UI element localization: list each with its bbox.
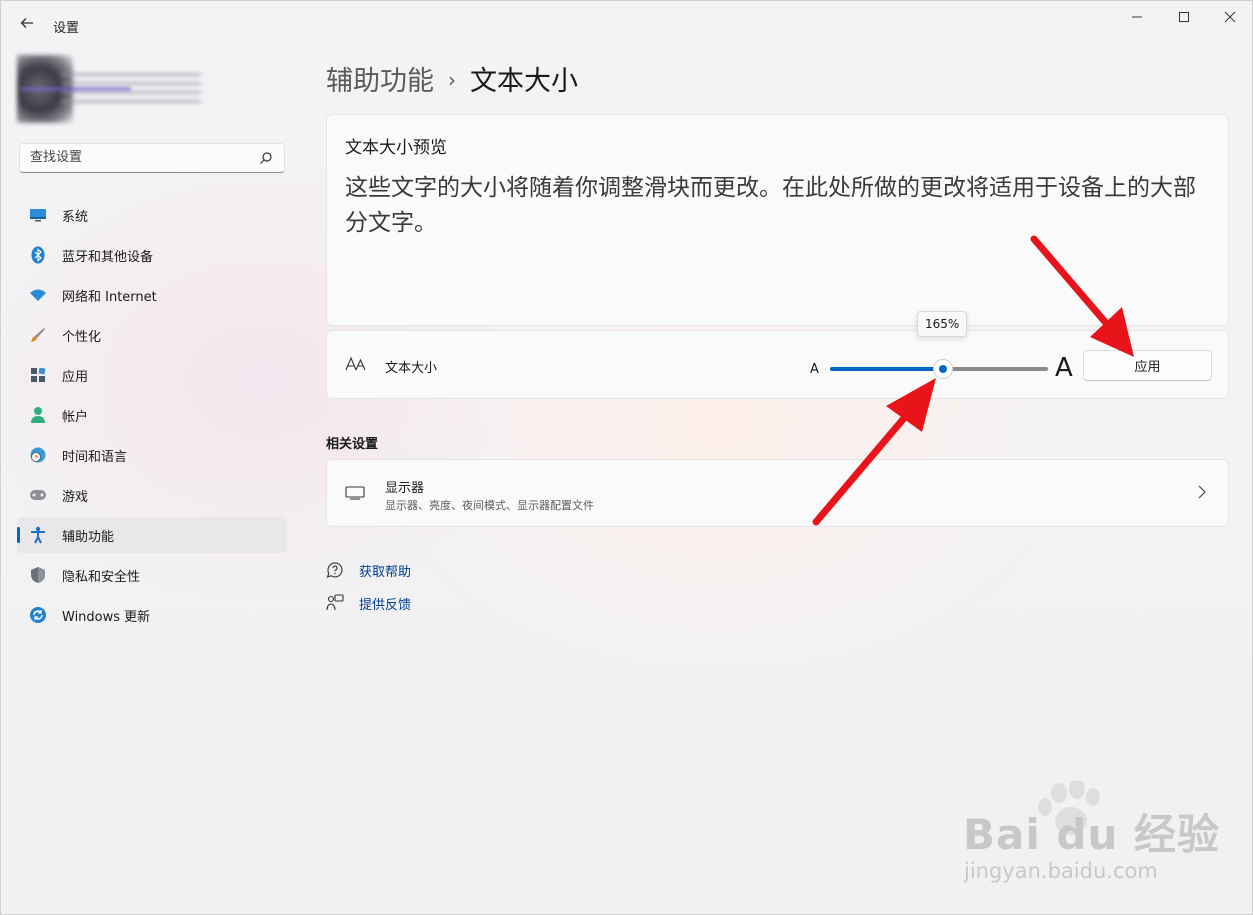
sidebar-item-label: 系统: [62, 209, 89, 225]
breadcrumb: 辅助功能 › 文本大小: [326, 59, 578, 98]
maximize-icon: [1179, 12, 1189, 22]
brush-icon: [29, 326, 47, 344]
sidebar-item-label: 帐户: [62, 409, 89, 425]
sidebar-item-label: Windows 更新: [62, 609, 151, 625]
display-settings-link[interactable]: 显示器 显示器、亮度、夜间模式、显示器配置文件: [326, 459, 1229, 527]
sidebar-item-label: 时间和语言: [62, 449, 128, 465]
settings-window: 设置 系统 蓝牙和其他设备 网络和 Internet 个: [0, 0, 1253, 915]
sidebar-item-time-language[interactable]: 时间和语言: [17, 437, 287, 473]
watermark-text: Bai du 经验: [963, 810, 1220, 859]
sidebar-item-apps[interactable]: 应用: [17, 357, 287, 393]
page-title: 文本大小: [470, 66, 578, 97]
minimize-icon: [1132, 16, 1142, 18]
wifi-icon: [29, 286, 47, 304]
help-icon: [326, 561, 344, 579]
shield-icon: [29, 566, 47, 584]
sidebar-item-label: 游戏: [62, 489, 89, 505]
apps-icon: [29, 366, 47, 384]
sidebar-item-label: 应用: [62, 369, 89, 385]
display-icon: [345, 486, 365, 500]
back-button[interactable]: [15, 13, 39, 37]
monitor-icon: [29, 206, 47, 224]
annotation-arrow-to-slider: [812, 378, 936, 526]
title-bar: 设置: [1, 1, 1252, 47]
close-icon: [1224, 11, 1236, 23]
maximize-button[interactable]: [1161, 1, 1207, 35]
sidebar-item-network[interactable]: 网络和 Internet: [17, 277, 287, 313]
account-icon: [29, 406, 47, 424]
text-size-label: 文本大小: [385, 361, 438, 376]
sidebar-item-label: 辅助功能: [62, 529, 115, 545]
sidebar-item-accounts[interactable]: 帐户: [17, 397, 287, 433]
sidebar-item-personalization[interactable]: 个性化: [17, 317, 287, 353]
search-box[interactable]: [19, 143, 285, 173]
give-feedback-label: 提供反馈: [359, 597, 412, 613]
get-help-link[interactable]: 获取帮助: [326, 559, 411, 581]
close-button[interactable]: [1207, 1, 1252, 35]
update-icon: [29, 606, 47, 624]
search-input[interactable]: [28, 149, 252, 166]
back-arrow-icon: [20, 18, 33, 28]
breadcrumb-parent-link[interactable]: 辅助功能: [326, 66, 434, 97]
preview-text: 这些文字的大小将随着你调整滑块而更改。在此处所做的更改将适用于设备上的大部分文字…: [345, 175, 1196, 236]
display-title: 显示器: [385, 481, 425, 496]
bluetooth-icon: [29, 246, 47, 264]
get-help-label: 获取帮助: [359, 564, 412, 580]
sidebar-item-label: 个性化: [62, 329, 102, 345]
text-size-icon: [345, 355, 367, 375]
sidebar-item-bluetooth[interactable]: 蓝牙和其他设备: [17, 237, 287, 273]
search-icon[interactable]: [258, 150, 274, 166]
related-settings-heading: 相关设置: [326, 437, 379, 452]
accessibility-icon: [29, 526, 47, 544]
account-email-blurred: [21, 87, 131, 91]
clock-globe-icon: [29, 446, 47, 464]
sidebar-item-system[interactable]: 系统: [17, 197, 287, 233]
sidebar-item-accessibility[interactable]: 辅助功能: [17, 517, 287, 553]
give-feedback-link[interactable]: 提供反馈: [326, 592, 411, 614]
sidebar-item-label: 网络和 Internet: [62, 289, 157, 305]
sidebar-item-gaming[interactable]: 游戏: [17, 477, 287, 513]
app-title: 设置: [53, 21, 80, 36]
breadcrumb-separator: ›: [448, 68, 456, 92]
gamepad-icon: [29, 486, 47, 504]
sidebar-item-privacy[interactable]: 隐私和安全性: [17, 557, 287, 593]
sidebar-item-label: 蓝牙和其他设备: [62, 249, 154, 265]
sidebar-nav: 系统 蓝牙和其他设备 网络和 Internet 个性化 应用 帐户 时间和语言: [17, 197, 287, 637]
sidebar-item-label: 隐私和安全性: [62, 569, 141, 585]
sidebar-item-windows-update[interactable]: Windows 更新: [17, 597, 287, 633]
slider-value-tooltip: 165%: [917, 311, 968, 337]
preview-title: 文本大小预览: [345, 138, 447, 158]
feedback-icon: [326, 594, 344, 612]
watermark-subtext: jingyan.baidu.com: [964, 859, 1158, 883]
display-subtitle: 显示器、亮度、夜间模式、显示器配置文件: [385, 499, 594, 512]
minimize-button[interactable]: [1114, 1, 1160, 35]
chevron-right-icon: [1197, 484, 1207, 503]
annotation-arrow-to-apply: [1030, 235, 1134, 357]
